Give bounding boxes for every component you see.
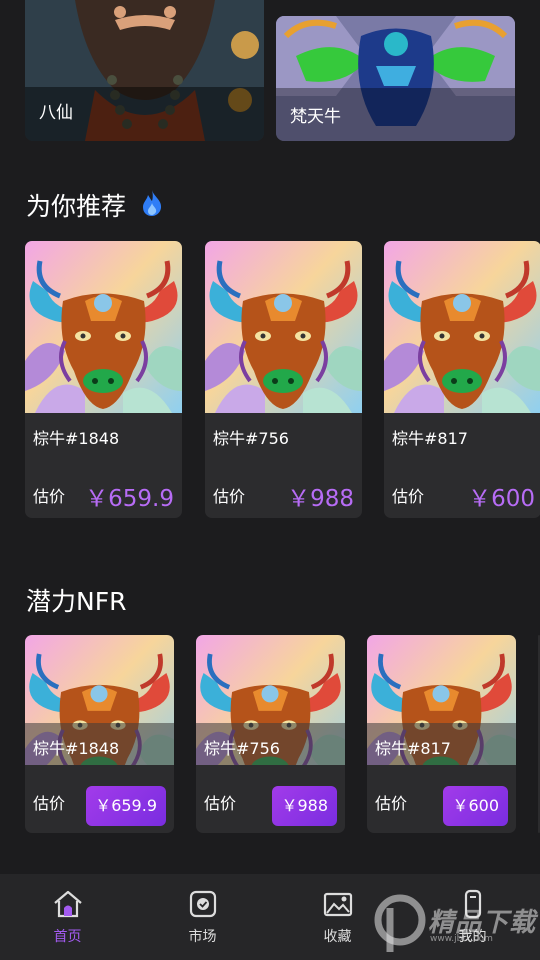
category-label: 梵天牛 xyxy=(290,107,341,127)
nft-price: ￥659.9 xyxy=(85,486,174,512)
estimate-label: 估价 xyxy=(213,487,246,506)
tab-market[interactable]: 市场 xyxy=(135,874,270,960)
recommend-card[interactable]: 棕牛#817 估价 ￥600 xyxy=(384,241,540,518)
market-icon xyxy=(189,890,216,918)
estimate-label: 估价 xyxy=(375,794,408,813)
category-card-baxian[interactable]: 八仙 xyxy=(25,0,264,141)
recommend-card[interactable]: 棕牛#756 估价 ￥988 xyxy=(205,241,362,518)
potential-card[interactable]: 棕牛#756 估价 ￥988 xyxy=(196,635,345,833)
section-title-potential: 潜力NFR xyxy=(26,587,127,616)
nft-price: ￥600 xyxy=(468,486,535,512)
nft-artwork xyxy=(384,241,540,413)
flame-icon xyxy=(142,190,162,216)
home-icon xyxy=(53,890,82,918)
potential-card[interactable]: 棕牛#1848 估价 ￥659.9 xyxy=(25,635,174,833)
price-button[interactable]: ￥659.9 xyxy=(86,786,166,826)
category-card-fantianniu[interactable]: 梵天牛 xyxy=(276,16,515,141)
watermark: 精品下载 www.jbfx.com xyxy=(372,888,540,960)
nft-name: 棕牛#756 xyxy=(213,429,289,448)
collection-icon xyxy=(323,892,352,917)
estimate-label: 估价 xyxy=(204,794,237,813)
price-button[interactable]: ￥600 xyxy=(443,786,508,826)
tab-label: 首页 xyxy=(53,929,82,945)
nft-name: 棕牛#756 xyxy=(204,739,280,758)
estimate-label: 估价 xyxy=(33,487,66,506)
nft-name: 棕牛#817 xyxy=(375,739,451,758)
section-title-recommend: 为你推荐 xyxy=(26,187,164,223)
nft-price: ￥988 xyxy=(287,486,354,512)
tab-home[interactable]: 首页 xyxy=(0,874,135,960)
price-button[interactable]: ￥988 xyxy=(272,786,337,826)
nft-name: 棕牛#1848 xyxy=(33,429,120,448)
nft-artwork xyxy=(25,241,182,413)
category-label: 八仙 xyxy=(39,103,73,123)
nft-artwork xyxy=(205,241,362,413)
recommend-card[interactable]: 棕牛#1848 估价 ￥659.9 xyxy=(25,241,182,518)
nft-name: 棕牛#817 xyxy=(392,429,468,448)
nft-name: 棕牛#1848 xyxy=(33,739,120,758)
estimate-label: 估价 xyxy=(392,487,425,506)
section-title-text: 为你推荐 xyxy=(26,192,127,221)
watermark-url: www.jbfx.com xyxy=(430,934,493,944)
watermark-logo-icon xyxy=(374,894,426,952)
tab-label: 市场 xyxy=(188,929,217,945)
potential-card[interactable]: 棕牛#817 估价 ￥600 xyxy=(367,635,516,833)
estimate-label: 估价 xyxy=(33,794,66,813)
